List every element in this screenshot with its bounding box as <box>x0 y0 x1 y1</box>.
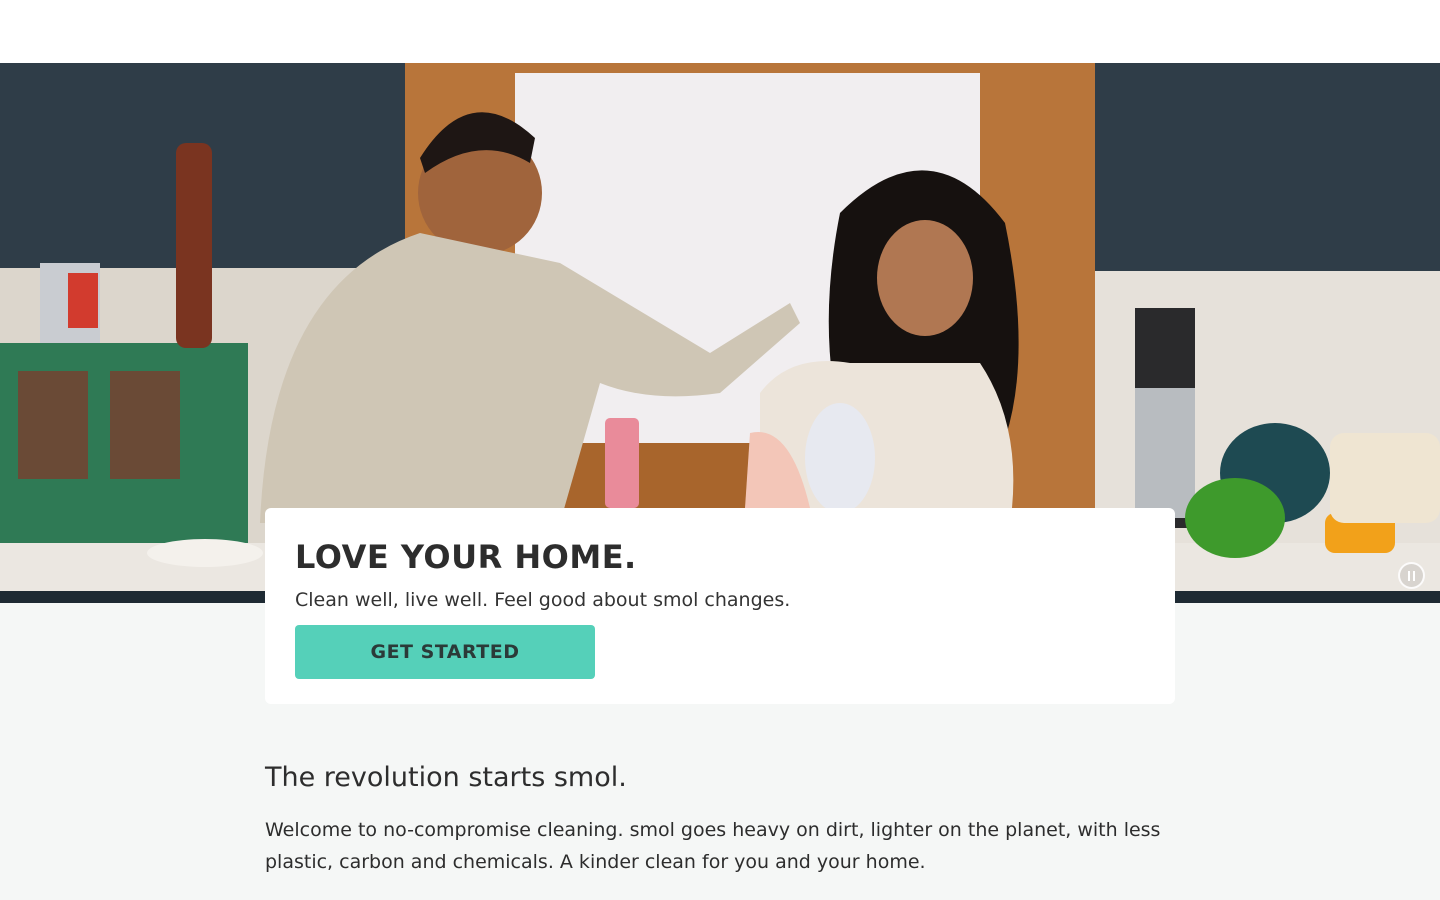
pause-icon <box>1408 570 1410 581</box>
hero-title: LOVE YOUR HOME. <box>295 538 637 576</box>
site-header <box>0 0 1440 63</box>
pause-slideshow-button[interactable] <box>1398 562 1425 589</box>
intro-heading: The revolution starts smol. <box>265 762 627 793</box>
hero-card: LOVE YOUR HOME. Clean well, live well. F… <box>265 508 1175 704</box>
hero-subtitle: Clean well, live well. Feel good about s… <box>295 589 791 611</box>
intro-body: Welcome to no-compromise cleaning. smol … <box>265 819 1161 873</box>
get-started-button[interactable]: GET STARTED <box>295 625 595 679</box>
intro-section: The revolution starts smol. Welcome to n… <box>265 760 1175 878</box>
